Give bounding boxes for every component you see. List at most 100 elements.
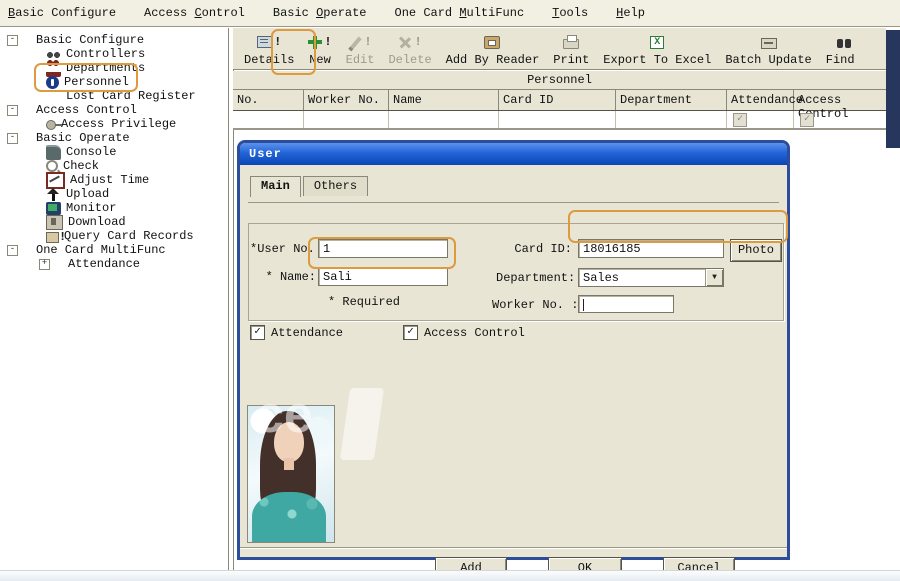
- expander-icon[interactable]: -: [7, 35, 18, 46]
- tree-personnel[interactable]: Personnel: [0, 75, 228, 89]
- printer-icon: [563, 39, 579, 49]
- tree-access-privilege[interactable]: Access Privilege: [0, 117, 228, 131]
- new-icon: [308, 36, 322, 49]
- export-to-excel-button[interactable]: XExport To Excel: [596, 32, 718, 67]
- tree-departments[interactable]: Departments: [0, 61, 228, 75]
- col-no[interactable]: No.: [233, 90, 304, 110]
- tree-query-card-records[interactable]: Query Card Records: [0, 229, 228, 243]
- col-worker-no[interactable]: Worker No.: [304, 90, 389, 110]
- expander-icon[interactable]: +: [39, 259, 50, 270]
- app-window: Basic Configure Access Control Basic Ope…: [0, 0, 900, 581]
- text-caret: [583, 299, 584, 311]
- tree-console[interactable]: Console: [0, 145, 228, 159]
- new-button[interactable]: !New: [301, 32, 338, 67]
- user-dialog: User Main Others *User No. : 1 Card ID: …: [237, 140, 790, 560]
- edit-button[interactable]: !Edit: [339, 32, 382, 67]
- monitor-icon: [46, 202, 61, 215]
- photo-button[interactable]: Photo: [730, 239, 782, 262]
- col-name[interactable]: Name: [389, 90, 499, 110]
- expander-icon[interactable]: -: [7, 245, 18, 256]
- department-select[interactable]: Sales ▼: [578, 268, 724, 287]
- query-card-records-icon: [46, 232, 59, 243]
- edit-icon: [348, 36, 362, 49]
- menu-access-control[interactable]: Access Control: [144, 6, 245, 20]
- name-label: * Name:: [258, 270, 316, 284]
- download-icon: [46, 215, 63, 230]
- tree-adjust-time[interactable]: Adjust Time: [0, 173, 228, 187]
- tab-strip: Main Others: [250, 175, 370, 196]
- delete-button[interactable]: !Delete: [381, 32, 438, 67]
- attendance-checkbox-label: Attendance: [271, 326, 343, 340]
- personnel-icon: [46, 76, 59, 89]
- chevron-down-icon[interactable]: ▼: [705, 269, 723, 286]
- batch-update-button[interactable]: Batch Update: [718, 32, 818, 67]
- blank-icon: [46, 90, 61, 103]
- card-reader-icon: [484, 36, 500, 49]
- menu-bar: Basic Configure Access Control Basic Ope…: [0, 0, 900, 27]
- menu-one-card-multifunc[interactable]: One Card MultiFunc: [395, 6, 525, 20]
- access-control-checkbox-dialog[interactable]: ✓: [403, 325, 418, 340]
- tree-basic-configure[interactable]: -Basic Configure: [0, 33, 228, 47]
- attendance-checkbox-dialog[interactable]: ✓: [250, 325, 265, 340]
- department-value: Sales: [579, 269, 619, 286]
- access-control-checkbox[interactable]: ✓: [800, 113, 814, 127]
- menu-help[interactable]: Help: [616, 6, 645, 20]
- expander-icon[interactable]: -: [7, 105, 18, 116]
- print-button[interactable]: Print: [546, 32, 596, 67]
- tree-check[interactable]: Check: [0, 159, 228, 173]
- adjust-time-icon: [46, 172, 65, 189]
- magnifier-icon: [46, 160, 58, 172]
- checkbox-row: ✓ Attendance ✓ Access Control: [250, 325, 525, 340]
- col-department[interactable]: Department: [616, 90, 727, 110]
- menu-tools[interactable]: Tools: [552, 6, 588, 20]
- tree-controllers[interactable]: Controllers: [0, 47, 228, 61]
- name-input[interactable]: Sali: [318, 267, 448, 286]
- binoculars-icon: [837, 39, 843, 48]
- menu-basic-operate[interactable]: Basic Operate: [273, 6, 367, 20]
- menu-basic-configure[interactable]: Basic Configure: [8, 6, 116, 20]
- photo-neck: [284, 458, 294, 470]
- excel-icon: X: [650, 36, 664, 49]
- tree-monitor[interactable]: Monitor: [0, 201, 228, 215]
- key-icon: [46, 120, 56, 130]
- tab-main[interactable]: Main: [250, 176, 301, 197]
- tree-access-control[interactable]: -Access Control: [0, 103, 228, 117]
- card-id-label: Card ID:: [510, 242, 572, 256]
- col-access-control[interactable]: Access Control: [794, 90, 885, 110]
- details-button[interactable]: !Details: [237, 32, 301, 67]
- dialog-titlebar[interactable]: User: [240, 143, 787, 165]
- bottom-strip: [0, 570, 900, 581]
- tree-attendance[interactable]: +Attendance: [0, 257, 228, 271]
- col-card-id[interactable]: Card ID: [499, 90, 616, 110]
- button-separator: [240, 547, 787, 548]
- photo-dress: [252, 492, 326, 543]
- worker-no-input[interactable]: [578, 295, 674, 313]
- batch-update-icon: [761, 38, 777, 49]
- upload-icon: [46, 188, 61, 201]
- user-no-input[interactable]: 1: [318, 239, 448, 258]
- card-id-input[interactable]: 18016185: [578, 239, 724, 258]
- console-icon: [46, 145, 61, 160]
- col-attendance[interactable]: Attendance: [727, 90, 794, 110]
- expander-icon[interactable]: -: [7, 133, 18, 144]
- photo-face: [274, 422, 304, 462]
- find-button[interactable]: Find: [819, 32, 862, 67]
- attendance-checkbox[interactable]: ✓: [733, 113, 747, 127]
- tree-one-card-multifunc[interactable]: -One Card MultiFunc: [0, 243, 228, 257]
- tab-others[interactable]: Others: [303, 176, 368, 196]
- toolbar: !Details !New !Edit !Delete Add By Reade…: [233, 28, 886, 70]
- tree-upload[interactable]: Upload: [0, 187, 228, 201]
- departments-icon: [46, 59, 61, 77]
- department-label: Department:: [496, 271, 572, 285]
- tab-baseline: [248, 202, 779, 203]
- table-row[interactable]: ✓ ✓: [233, 111, 886, 130]
- navigation-tree: -Basic Configure Controllers Departments…: [0, 28, 228, 571]
- add-by-reader-button[interactable]: Add By Reader: [439, 32, 547, 67]
- access-control-checkbox-label: Access Control: [424, 326, 525, 340]
- tree-download[interactable]: Download: [0, 215, 228, 229]
- dialog-title: User: [249, 147, 282, 161]
- right-edge-bar: [886, 30, 900, 148]
- grid-title: Personnel: [233, 71, 886, 90]
- tree-basic-operate[interactable]: -Basic Operate: [0, 131, 228, 145]
- tree-lost-card-register[interactable]: Lost Card Register: [0, 89, 228, 103]
